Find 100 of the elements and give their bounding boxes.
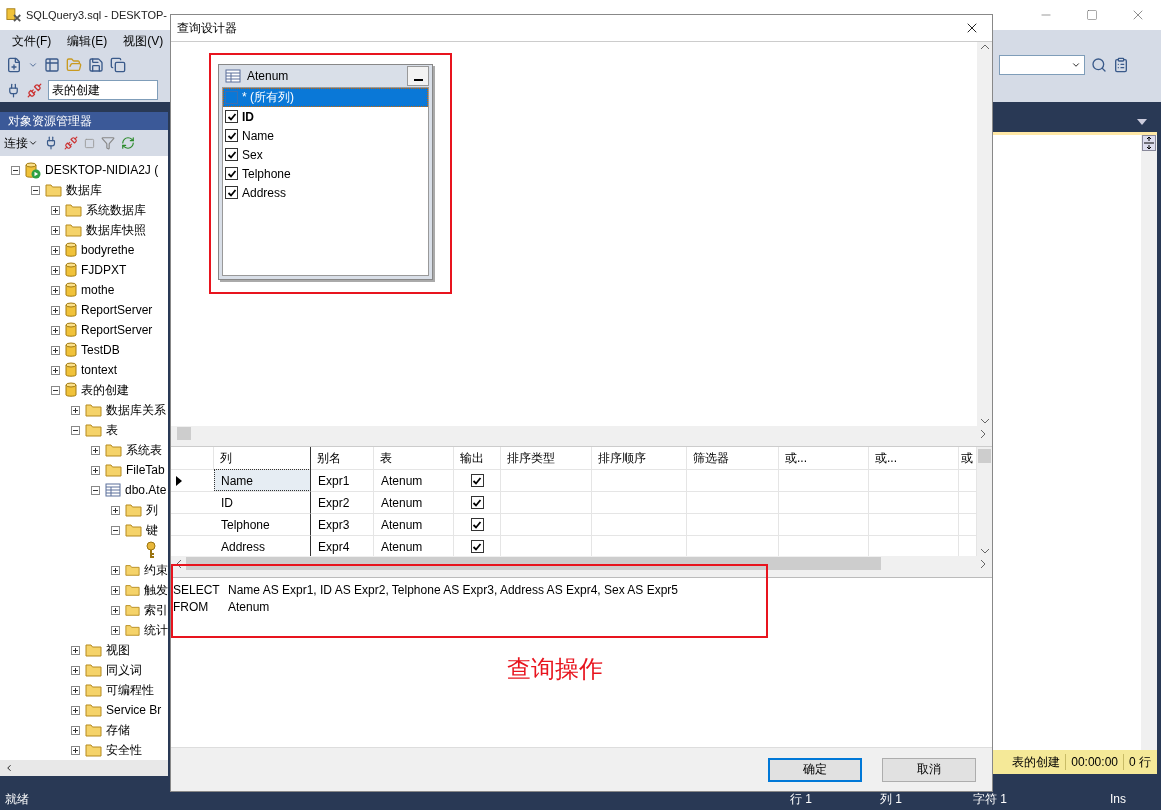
expand-icon[interactable] [111,565,120,575]
split-icon[interactable] [1142,135,1156,151]
column-header[interactable]: 输出 [454,447,501,469]
table-cell[interactable]: Telphone [214,513,311,535]
expand-icon[interactable] [51,205,60,215]
collapse-icon[interactable] [11,165,20,175]
scroll-left-icon[interactable] [4,763,14,773]
new-file-icon[interactable] [6,57,22,73]
expand-icon[interactable] [111,605,120,615]
table-node[interactable]: Atenum * (所有列) ID Name Sex Telphone Address [218,64,433,280]
tree-item[interactable]: 存储 [106,721,130,739]
table-cell[interactable]: Expr2 [311,491,374,513]
tree-item[interactable]: 索引 [144,601,168,619]
checkbox[interactable] [470,496,484,509]
table-cell[interactable] [869,469,959,491]
disconnect-icon[interactable] [64,136,78,150]
table-cell[interactable] [687,491,779,513]
column-row[interactable]: * (所有列) [223,88,428,107]
checkbox[interactable] [470,518,484,531]
connect-button[interactable]: 连接 [4,134,38,152]
table-cell[interactable] [501,469,592,491]
checkbox[interactable] [225,129,238,142]
expand-icon[interactable] [71,745,80,755]
database-dropdown[interactable]: 表的创建 [48,80,158,100]
tree-item[interactable]: Service Br [106,703,162,717]
save-all-icon[interactable] [110,57,126,73]
column-header[interactable]: 别名 [311,447,374,469]
connect-icon[interactable] [44,136,58,150]
scroll-down-icon[interactable] [980,549,989,554]
tree-item[interactable]: ReportServer [81,303,153,317]
expand-icon[interactable] [111,585,120,595]
expand-icon[interactable] [91,445,100,455]
table-cell[interactable] [454,469,501,491]
tree-item[interactable]: 数据库快照 [86,221,146,239]
scrollbar[interactable] [1141,135,1157,750]
table-cell[interactable]: Atenum [374,491,454,513]
table-cell[interactable] [869,513,959,535]
column-header[interactable]: 或... [779,447,869,469]
search-icon[interactable] [1091,57,1107,73]
table-cell[interactable] [454,513,501,535]
tree-item[interactable]: 数据库关系 [106,401,166,419]
column-header[interactable]: 排序顺序 [592,447,687,469]
column-row[interactable]: Sex [223,145,428,164]
table-cell[interactable] [454,491,501,513]
disconnect-icon[interactable] [27,82,42,98]
tree-item[interactable]: FJDPXT [81,263,127,277]
tree-item[interactable]: TestDB [81,343,120,357]
scrollbar[interactable] [977,42,992,426]
expand-icon[interactable] [51,285,60,295]
table-cell[interactable]: Atenum [374,469,454,491]
table-cell[interactable] [779,469,869,491]
menu-item[interactable]: 文件(F) [4,32,60,50]
tree-item[interactable]: 约束 [144,561,168,579]
table-cell[interactable]: Atenum [374,513,454,535]
tree-item[interactable]: 可编程性 [106,681,154,699]
tree-item[interactable]: FileTab [126,463,165,477]
checkbox[interactable] [225,110,238,123]
column-row[interactable]: Name [223,126,428,145]
column-row[interactable]: Address [223,183,428,202]
table-cell[interactable] [779,491,869,513]
table-cell[interactable]: Name [214,469,311,491]
expand-icon[interactable] [111,505,120,515]
tree-item[interactable]: 同义词 [106,661,142,679]
table-cell[interactable] [592,469,687,491]
expand-icon[interactable] [51,265,60,275]
expand-icon[interactable] [91,465,100,475]
checkbox[interactable] [225,91,238,104]
table-cell[interactable] [501,513,592,535]
dropdown-icon[interactable] [1137,119,1147,125]
expand-icon[interactable] [51,305,60,315]
expand-icon[interactable] [51,365,60,375]
table-cell[interactable] [869,491,959,513]
refresh-icon[interactable] [121,136,135,150]
collapse-icon[interactable] [91,485,100,495]
scroll-down-icon[interactable] [980,419,989,424]
tree-item[interactable]: DESKTOP-NIDIA2J ( [45,163,159,177]
table-cell[interactable] [501,491,592,513]
expand-icon[interactable] [111,625,120,635]
menu-item[interactable]: 视图(V) [115,32,172,50]
scroll-thumb[interactable] [978,449,991,463]
collapse-icon[interactable] [71,425,80,435]
scroll-up-icon[interactable] [980,44,989,49]
caret-icon[interactable] [28,60,38,70]
tree-item[interactable]: ReportServer [81,323,153,337]
save-icon[interactable] [88,57,104,73]
table-cell[interactable]: ID [214,491,311,513]
expand-icon[interactable] [71,405,80,415]
dialog-button[interactable]: 确定 [768,757,862,782]
scroll-thumb[interactable] [177,427,191,440]
collapse-icon[interactable] [51,385,60,395]
table-cell[interactable]: Expr3 [311,513,374,535]
tree-item[interactable]: 安全性 [106,741,142,759]
expand-icon[interactable] [71,685,80,695]
expand-icon[interactable] [51,325,60,335]
tree-item[interactable]: bodyrethe [81,243,135,257]
checkbox[interactable] [225,186,238,199]
scrollbar[interactable] [0,760,168,776]
tree-item[interactable]: 系统数据库 [86,201,146,219]
tree-item[interactable]: 表 [106,421,118,439]
expand-icon[interactable] [71,705,80,715]
